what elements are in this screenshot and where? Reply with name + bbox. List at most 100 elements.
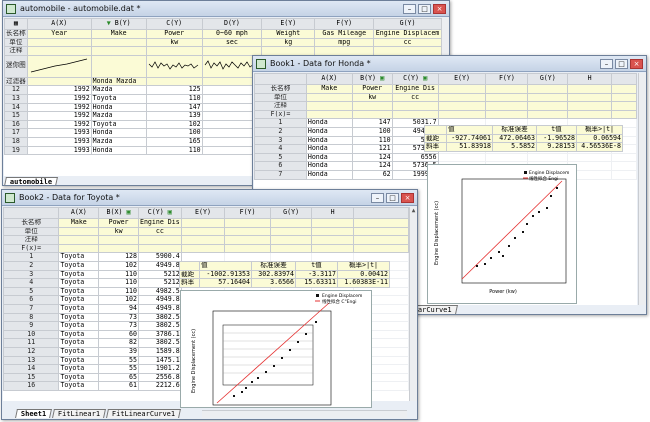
col-header[interactable]: E(Y) <box>180 207 226 219</box>
automobile-title: automobile - automobile.dat * <box>20 4 141 13</box>
minimize-button[interactable]: – <box>371 192 384 203</box>
label-row-header[interactable]: F(x)= <box>254 109 307 120</box>
vertical-scrollbar[interactable] <box>638 73 646 305</box>
close-button[interactable]: × <box>630 58 643 69</box>
label-row-header[interactable]: 单位 <box>3 226 60 237</box>
sparkline[interactable] <box>26 54 92 78</box>
sparkline-year <box>30 58 87 73</box>
label-row-header[interactable]: 注释 <box>3 235 60 245</box>
tab-fitlinear1[interactable]: FitLinear1 <box>52 409 107 418</box>
unit[interactable] <box>90 37 147 48</box>
maximize-button[interactable]: □ <box>615 58 628 69</box>
col-header[interactable]: A(X) <box>305 73 353 85</box>
horizontal-scrollbar[interactable] <box>202 410 407 418</box>
legend-item: 线性拟合 Engi <box>529 175 558 182</box>
long-name[interactable]: 0~60 mph <box>201 29 263 39</box>
tab-sheet1[interactable]: Sheet1 <box>15 409 53 418</box>
toyota-fit-graph[interactable]: Engine Displacement (cc) Engine Displace… <box>180 290 372 408</box>
unit[interactable]: kw <box>145 37 203 48</box>
toyota-book-window[interactable]: Book2 - Data for Toyota * – □ × A(X) B(X… <box>1 189 418 420</box>
table-row[interactable]: 5 Honda 124 6556 <box>254 152 637 163</box>
honda-fit-result[interactable]: 值标准误差 t值 概率>|t| 截距 -927.74061 472.06463 -1.96… <box>424 125 623 152</box>
col-header[interactable]: F(Y) <box>485 73 529 85</box>
col-header[interactable]: D(Y) <box>201 18 263 30</box>
col-header[interactable]: B(X) ▣ <box>98 207 139 219</box>
sheet-tabs: automobile <box>4 176 59 185</box>
lock-icon: ▣ <box>126 208 131 217</box>
data-points <box>476 187 558 267</box>
label-row-header[interactable]: 注释 <box>254 101 307 111</box>
label-row-header[interactable]: 注释 <box>4 46 28 56</box>
close-button[interactable]: × <box>433 3 446 14</box>
honda-titlebar[interactable]: Book1 - Data for Honda * – □ × <box>253 56 646 72</box>
col-header[interactable]: C(Y) ▣ <box>391 73 439 85</box>
filter-icon[interactable]: ▼ <box>107 20 111 28</box>
legend-item: Engine Displacem <box>322 293 362 299</box>
col-header[interactable]: H <box>311 207 354 219</box>
tab-fitlinearcurve1[interactable]: FitLinearCurve1 <box>106 409 182 418</box>
lock-icon: ▣ <box>167 208 172 217</box>
col-header[interactable]: A(X) <box>58 207 100 219</box>
col-header[interactable]: G(Y) <box>527 73 569 85</box>
lock-icon: ▣ <box>422 74 428 83</box>
col-header[interactable]: C(Y) <box>145 18 203 30</box>
label-row-header[interactable]: 单位 <box>254 92 307 103</box>
minimize-button[interactable]: – <box>403 3 416 14</box>
col-header[interactable]: G(Y) <box>373 18 442 30</box>
col-header[interactable]: G(Y) <box>269 207 313 219</box>
long-name[interactable]: Power <box>145 29 203 39</box>
corner-cell[interactable] <box>3 207 60 219</box>
label-row-header[interactable]: 长名称 <box>4 29 28 39</box>
long-name[interactable]: Year <box>26 29 92 39</box>
tab-automobile[interactable]: automobile <box>4 177 59 185</box>
legend-item: Engine Displacem <box>529 170 569 176</box>
tab-fitlinearcurve[interactable]: arCurve1 <box>412 305 458 314</box>
label-row-header[interactable]: 单位 <box>4 37 28 48</box>
honda-fit-graph[interactable]: Power (kw) Engine Displacement (cc) Engi… <box>427 164 577 304</box>
honda-title: Book1 - Data for Honda * <box>270 59 371 68</box>
toyota-scatter-plot: Engine Displacement (cc) Engine Displace… <box>191 293 362 406</box>
col-header[interactable]: C(Y) ▣ <box>137 207 182 219</box>
long-name[interactable]: Make <box>90 29 147 39</box>
sparkline-power <box>148 61 198 70</box>
legend-item: 线性拟合 C"Engi <box>322 298 356 305</box>
col-header[interactable]: E(Y) <box>261 18 316 30</box>
toyota-fit-result[interactable]: 值标准误差 t值 概率>|t| 截距 -1002.91353 302.83974 -3.3… <box>179 261 390 288</box>
corner-cell[interactable] <box>254 73 307 85</box>
minimize-button[interactable]: – <box>600 58 613 69</box>
sparkline[interactable] <box>145 54 203 78</box>
col-header[interactable]: B(Y) ▣ <box>351 73 393 85</box>
label-row-header[interactable]: 长名称 <box>254 84 307 94</box>
label-row-header[interactable]: 长名称 <box>3 218 60 228</box>
long-name[interactable]: Engine Displacem <box>373 29 442 39</box>
close-button[interactable]: × <box>401 192 414 203</box>
label-row-header[interactable]: 迷你图 <box>4 54 28 78</box>
long-name[interactable]: Weight <box>261 29 316 39</box>
unit[interactable]: sec <box>201 37 263 48</box>
label-row-header[interactable]: 过滤器 <box>4 76 28 87</box>
label-row-header[interactable]: F(x)= <box>3 243 60 254</box>
col-header[interactable]: F(Y) <box>224 207 271 219</box>
corner-cell[interactable]: ▦ <box>4 18 28 30</box>
unit[interactable]: kg <box>261 37 316 48</box>
honda-scatter-plot: Power (kw) Engine Displacement (cc) Engi… <box>434 170 569 295</box>
unit[interactable]: mpg <box>314 37 375 48</box>
scroll-up-arrow[interactable]: ▲ <box>410 207 417 214</box>
vertical-scrollbar[interactable]: ▲ <box>409 207 417 401</box>
automobile-titlebar[interactable]: automobile - automobile.dat * – □ × <box>3 1 449 17</box>
col-header[interactable]: F(Y) <box>314 18 375 30</box>
col-header[interactable]: H <box>567 73 613 85</box>
toyota-titlebar[interactable]: Book2 - Data for Toyota * – □ × <box>2 190 417 206</box>
long-name[interactable]: Gas Mileage <box>314 29 375 39</box>
col-header[interactable]: A(X) <box>26 18 92 30</box>
y-axis-label: Engine Displacement (cc) <box>434 201 440 265</box>
x-axis-label: Power (kw) <box>489 289 517 295</box>
worksheet-icon <box>5 192 15 203</box>
maximize-button[interactable]: □ <box>418 3 431 14</box>
unit[interactable]: cc <box>373 37 442 48</box>
col-header[interactable]: E(Y) <box>437 73 487 85</box>
unit[interactable] <box>26 37 92 48</box>
maximize-button[interactable]: □ <box>386 192 399 203</box>
col-header[interactable]: ▼ B(Y) <box>90 18 147 30</box>
filter-cell[interactable]: Monda Mazda <box>90 76 147 87</box>
